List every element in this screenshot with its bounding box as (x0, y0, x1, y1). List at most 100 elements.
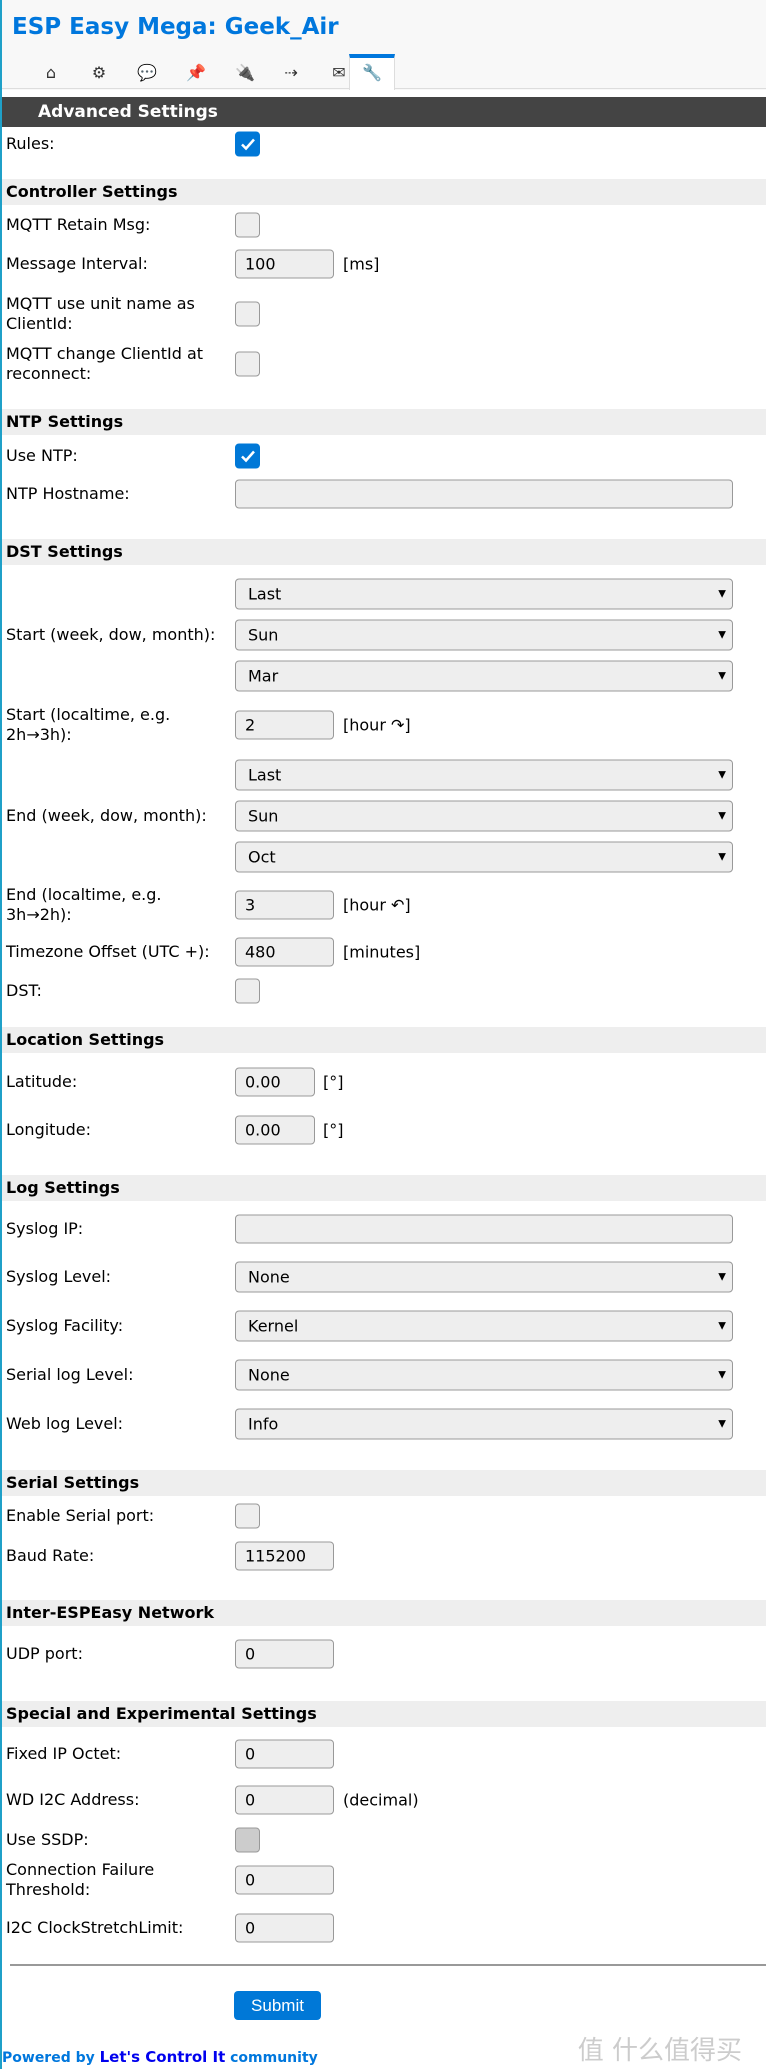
chevron-down-icon: ▼ (718, 1418, 726, 1430)
select-field[interactable]: Sun ▼ (235, 619, 733, 651)
select-field[interactable]: None ▼ (235, 1261, 733, 1293)
chat-icon: 💬 (137, 63, 157, 82)
field-label: Connection Failure Threshold: (6, 1860, 155, 1899)
select-field[interactable]: Mar ▼ (235, 660, 733, 692)
section-header: Location Settings (2, 1027, 766, 1053)
section-header: NTP Settings (2, 409, 766, 435)
text-input[interactable]: 0 (235, 1865, 334, 1895)
chevron-down-icon: ▼ (718, 851, 726, 863)
tab-pin[interactable]: 📌 (173, 58, 219, 88)
tab-wrench[interactable]: 🔧 (349, 54, 395, 90)
text-input[interactable]: 0 (235, 1639, 334, 1669)
rules-checkbox[interactable] (235, 131, 260, 157)
checkbox[interactable] (235, 301, 260, 327)
field-label: End (week, dow, month): (6, 806, 207, 825)
chevron-down-icon: ▼ (718, 1369, 726, 1381)
checkbox[interactable] (235, 212, 260, 238)
section-header: Inter-ESPEasy Network (2, 1600, 766, 1626)
footer-link[interactable]: Let's Control It (100, 2048, 226, 2066)
checkbox[interactable] (235, 443, 260, 469)
text-input[interactable]: 480 (235, 937, 334, 967)
field-label: Syslog IP: (6, 1219, 84, 1238)
select-value: Oct (248, 847, 276, 867)
wrench-icon: 🔧 (362, 63, 382, 82)
select-value: None (248, 1365, 290, 1385)
field-label: MQTT change ClientId at reconnect: (6, 344, 204, 383)
mail-icon: ✉ (332, 63, 346, 82)
field-label: Start (localtime, e.g. 2h→3h): (6, 705, 171, 744)
field-label: I2C ClockStretchLimit: (6, 1918, 184, 1937)
unit-label: [minutes] (343, 942, 421, 962)
pin-icon: 📌 (186, 63, 206, 82)
checkbox[interactable] (235, 351, 260, 377)
arrow-right-icon: ⇢ (284, 63, 298, 82)
select-field[interactable]: Sun ▼ (235, 800, 733, 832)
text-input[interactable] (235, 1214, 733, 1244)
field-label: Message Interval: (6, 254, 148, 273)
field-label: Longitude: (6, 1120, 91, 1139)
text-input[interactable] (235, 479, 733, 509)
tab-plug[interactable]: 🔌 (222, 58, 268, 88)
chevron-down-icon: ▼ (718, 588, 726, 600)
footer-suffix: community (225, 2050, 318, 2066)
text-input[interactable]: 2 (235, 710, 334, 740)
unit-label: [ms] (343, 254, 380, 274)
footer-prefix: Powered by (2, 2050, 100, 2066)
unit-label: [hour ↶] (343, 895, 411, 915)
field-label: UDP port: (6, 1644, 83, 1663)
tab-gear[interactable]: ⚙ (76, 58, 122, 88)
select-field[interactable]: Oct ▼ (235, 841, 733, 873)
field-label: Syslog Level: (6, 1267, 112, 1286)
select-field[interactable]: Info ▼ (235, 1408, 733, 1440)
field-label: Serial log Level: (6, 1365, 134, 1384)
field-label: Use SSDP: (6, 1830, 89, 1849)
field-label: Baud Rate: (6, 1546, 95, 1565)
select-field[interactable]: Last ▼ (235, 578, 733, 610)
select-field[interactable]: None ▼ (235, 1359, 733, 1391)
select-value: Last (248, 765, 282, 785)
unit-label: [°] (323, 1072, 344, 1092)
select-field[interactable]: Kernel ▼ (235, 1310, 733, 1342)
rules-label: Rules: (6, 134, 55, 153)
field-label: MQTT Retain Msg: (6, 215, 151, 234)
page-title: Advanced Settings (2, 97, 766, 127)
section-header: Log Settings (2, 1175, 766, 1201)
watermark: 值 什么值得买 (577, 2036, 742, 2066)
field-label: Latitude: (6, 1072, 78, 1091)
chevron-down-icon: ▼ (718, 810, 726, 822)
chevron-down-icon: ▼ (718, 1320, 726, 1332)
field-label: WD I2C Address: (6, 1790, 140, 1809)
text-input[interactable]: 3 (235, 890, 334, 920)
field-label: Fixed IP Octet: (6, 1744, 122, 1763)
select-value: Last (248, 584, 282, 604)
select-value: Info (248, 1414, 279, 1434)
gear-icon: ⚙ (91, 63, 107, 82)
field-label: MQTT use unit name as ClientId: (6, 294, 195, 333)
tab-home[interactable]: ⌂ (28, 58, 74, 88)
select-value: Sun (248, 625, 279, 645)
submit-button[interactable]: Submit (234, 1991, 321, 2020)
text-input[interactable]: 0.00 (235, 1115, 315, 1145)
select-value: None (248, 1267, 290, 1287)
text-input[interactable]: 0 (235, 1785, 334, 1815)
text-input[interactable]: 100 (235, 249, 334, 279)
section-header: Special and Experimental Settings (2, 1701, 766, 1727)
text-input[interactable]: 0 (235, 1913, 334, 1943)
unit-label: (decimal) (343, 1790, 419, 1810)
section-header: Serial Settings (2, 1470, 766, 1496)
text-input[interactable]: 0.00 (235, 1067, 315, 1097)
select-field[interactable]: Last ▼ (235, 759, 733, 791)
checkbox[interactable] (235, 978, 260, 1004)
text-input[interactable]: 0 (235, 1739, 334, 1769)
checkbox[interactable] (235, 1503, 260, 1529)
tab-chat[interactable]: 💬 (124, 58, 170, 88)
unit-label: [°] (323, 1120, 344, 1140)
text-input[interactable]: 115200 (235, 1541, 334, 1571)
field-label: Enable Serial port: (6, 1506, 155, 1525)
divider (10, 1964, 766, 1966)
tab-arrow-right[interactable]: ⇢ (268, 58, 314, 88)
checkbox[interactable] (235, 1827, 260, 1853)
field-label: Syslog Facility: (6, 1316, 124, 1335)
field-label: Timezone Offset (UTC +): (6, 942, 210, 961)
field-label: End (localtime, e.g. 3h→2h): (6, 885, 162, 924)
